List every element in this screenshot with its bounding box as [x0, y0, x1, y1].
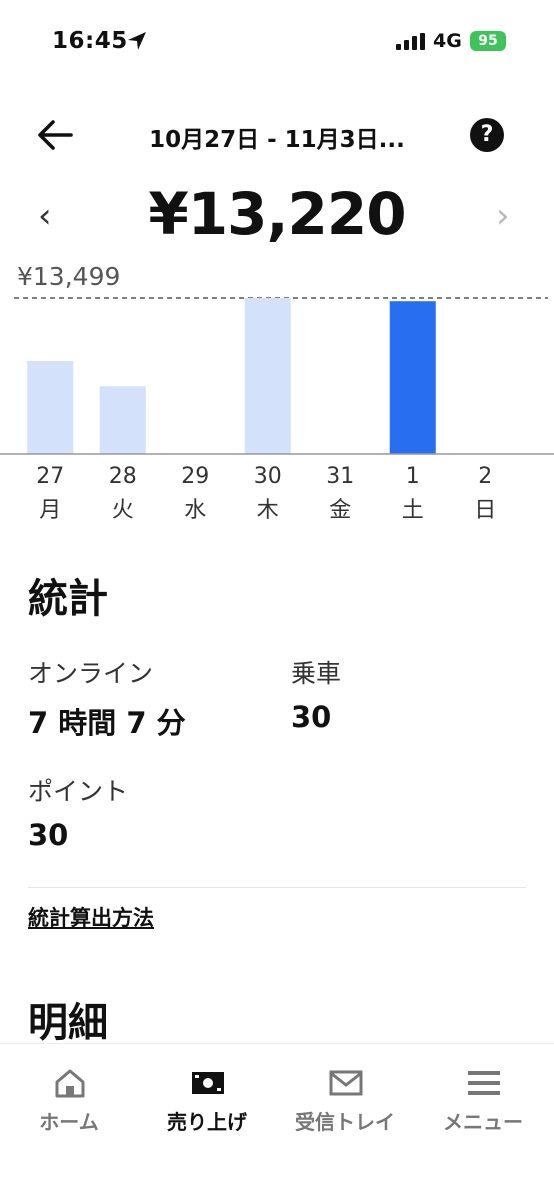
x-tick-day[interactable]: 27	[20, 464, 80, 489]
chart-bar[interactable]	[27, 360, 74, 454]
status-time: 16:45	[52, 28, 128, 54]
x-tick-weekday: 水	[184, 498, 207, 523]
x-tick-day[interactable]: 1	[383, 464, 443, 489]
battery-icon: 95	[470, 31, 506, 51]
online-value: 7 時間 7 分	[28, 706, 186, 740]
help-icon[interactable]: ?	[470, 118, 504, 152]
x-tick-day[interactable]: 28	[93, 464, 153, 489]
earnings-icon	[192, 1072, 224, 1094]
rides-value: 30	[291, 700, 332, 734]
chart-bar[interactable]	[99, 386, 146, 454]
date-range-title[interactable]: 10月27日 - 11月3日...	[100, 120, 454, 154]
x-tick-day[interactable]: 29	[165, 464, 225, 489]
nav-earnings-label: 売り上げ	[167, 1110, 247, 1134]
earnings-screen: 16:45 4G 95 10月27日 - 11月3日... ? ‹ ¥13,22…	[0, 0, 554, 1199]
back-arrow-icon[interactable]	[36, 118, 74, 152]
total-earnings: ¥13,220	[148, 180, 406, 248]
location-arrow-icon	[128, 32, 146, 50]
inbox-icon	[329, 1070, 363, 1096]
nav-earnings[interactable]: 売り上げ	[138, 1044, 276, 1199]
stats-method-link[interactable]: 統計算出方法	[28, 902, 154, 932]
x-tick-weekday: 土	[401, 498, 424, 523]
bottom-nav: ホーム 売り上げ 受信トレイ メニュー	[0, 1043, 554, 1199]
chart-max-label: ¥13,499	[17, 262, 121, 291]
nav-home-label: ホーム	[39, 1110, 99, 1134]
points-value: 30	[28, 818, 69, 852]
chart-bar[interactable]	[389, 301, 436, 454]
x-tick-weekday: 火	[111, 498, 134, 523]
points-label: ポイント	[28, 777, 129, 806]
nav-menu[interactable]: メニュー	[414, 1044, 552, 1199]
x-tick-day[interactable]: 31	[310, 464, 370, 489]
x-tick-weekday: 木	[256, 498, 279, 523]
signal-icon	[396, 33, 425, 50]
rides-label: 乗車	[291, 659, 342, 688]
nav-home[interactable]: ホーム	[0, 1044, 138, 1199]
x-tick-day[interactable]: 30	[238, 464, 298, 489]
x-tick-day[interactable]: 2	[455, 464, 515, 489]
nav-inbox-label: 受信トレイ	[295, 1110, 395, 1134]
status-bar: 16:45 4G 95	[0, 0, 554, 84]
stats-title: 統計	[28, 576, 108, 622]
chart-bar[interactable]	[244, 298, 291, 454]
x-tick-weekday: 金	[329, 498, 352, 523]
x-tick-weekday: 日	[474, 498, 497, 523]
x-tick-weekday: 月	[39, 498, 62, 523]
battery-level: 95	[478, 33, 498, 49]
home-icon	[55, 1069, 85, 1098]
nav-menu-label: メニュー	[443, 1110, 523, 1134]
nav-inbox[interactable]: 受信トレイ	[276, 1044, 414, 1199]
details-title: 明細	[28, 1000, 108, 1046]
stats-divider	[28, 887, 526, 888]
prev-period-button[interactable]: ‹	[38, 196, 52, 236]
menu-icon	[468, 1071, 500, 1095]
network-label: 4G	[433, 30, 462, 52]
next-period-button[interactable]: ›	[496, 196, 510, 236]
online-label: オンライン	[28, 659, 154, 688]
